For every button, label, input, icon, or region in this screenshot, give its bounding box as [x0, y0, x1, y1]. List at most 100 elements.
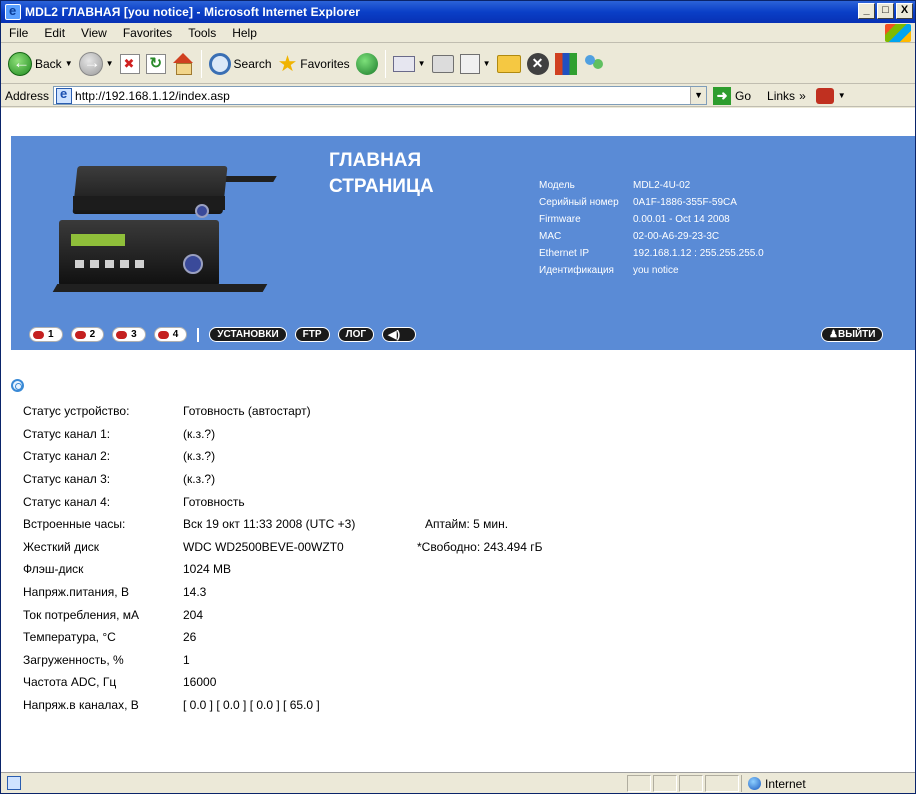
status-row: Статус канал 2: (к.з.?): [23, 445, 355, 468]
forward-button[interactable]: ▼: [76, 48, 117, 80]
close-button[interactable]: X: [896, 3, 913, 19]
status-label: Статус канал 3:: [23, 472, 111, 487]
printer-icon: [431, 54, 454, 73]
search-button[interactable]: Search: [206, 48, 275, 80]
stop-button[interactable]: [117, 48, 143, 80]
status-row: Статус канал 1: (к.з.?): [23, 423, 355, 446]
stop-icon: [119, 53, 140, 74]
info-key: Модель: [539, 180, 575, 191]
globe-icon: [748, 777, 761, 790]
status-row: Статус устройство: Готовность (автостарт): [23, 400, 355, 423]
menu-favorites[interactable]: Favorites: [115, 26, 180, 40]
go-label: Go: [735, 88, 752, 103]
status-label: Напряж.в каналах, В: [23, 698, 139, 713]
favorites-button[interactable]: ★ Favorites: [275, 48, 353, 80]
chevron-down-icon[interactable]: ▼: [106, 59, 114, 68]
status-label: Статус канал 4:: [23, 494, 111, 509]
status-value: Вск 19 окт 11:33 2008 (UTC +3): [183, 517, 356, 532]
page-content: ГЛАВНАЯ СТРАНИЦА Модель MDL2-4U-02 Серийн…: [1, 108, 915, 772]
page-title: ГЛАВНАЯ СТРАНИЦА: [329, 148, 434, 200]
edit-icon: [459, 53, 480, 74]
home-icon: [172, 52, 194, 75]
books-icon: [554, 52, 577, 75]
status-cell: [705, 775, 739, 792]
info-value: 0A1F-1886-355F-59CA: [633, 197, 737, 208]
log-button[interactable]: ЛОГ: [337, 327, 375, 342]
uptime-value: Аптайм: 5 мин.: [425, 517, 509, 532]
links-button[interactable]: Links » ▼: [767, 87, 846, 104]
status-label: Ток потребления, мА: [23, 607, 140, 622]
status-label: Статус канал 1:: [23, 426, 111, 441]
window-title: MDL2 ГЛАВНАЯ [you notice] - Microsoft In…: [25, 5, 361, 19]
menu-view[interactable]: View: [73, 26, 115, 40]
messenger-button[interactable]: [580, 48, 610, 80]
home-button[interactable]: [169, 48, 197, 80]
toolbar-separator: [384, 49, 386, 78]
minimize-button[interactable]: _: [858, 3, 875, 19]
channel-3-button[interactable]: 3: [112, 327, 146, 342]
user-icon: ♟: [829, 329, 838, 340]
mail-button[interactable]: ▼: [390, 48, 429, 80]
channel-label: 2: [89, 329, 96, 340]
zone-label: Internet: [765, 776, 806, 791]
disk-free-value: *Свободно: 243.494 гБ: [417, 539, 543, 554]
status-row: Встроенные часы: Вск 19 окт 11:33 2008 (U…: [23, 513, 508, 536]
messenger-icon: [583, 53, 607, 75]
info-key: Firmware: [539, 214, 581, 225]
device-image: [52, 156, 277, 306]
status-cell: [627, 775, 651, 792]
status-bar: Internet: [1, 772, 915, 793]
status-row: Температура, °С 26: [23, 626, 355, 649]
status-value: [ 0.0 ] [ 0.0 ] [ 0.0 ] [ 65.0 ]: [183, 698, 320, 713]
menu-edit[interactable]: Edit: [36, 26, 73, 40]
refresh-button[interactable]: [143, 48, 169, 80]
research-button[interactable]: [552, 48, 580, 80]
status-row: Статус канал 4: Готовность: [23, 490, 355, 513]
status-value: WDC WD2500BEVE-00WZT0: [183, 539, 344, 554]
info-key: Идентификация: [539, 265, 614, 276]
menu-tools[interactable]: Tools: [180, 26, 224, 40]
status-row: Частота ADC, Гц 16000: [23, 671, 355, 694]
back-label: Back: [35, 56, 62, 71]
menu-file[interactable]: File: [1, 26, 36, 40]
status-value: (к.з.?): [183, 472, 216, 487]
edit-button[interactable]: ▼: [457, 48, 494, 80]
address-dropdown-button[interactable]: ▼: [690, 87, 707, 104]
settings-button[interactable]: УСТАНОВКИ: [209, 327, 287, 342]
status-table: Статус устройство: Готовность (автостарт)…: [23, 400, 542, 716]
window-controls: _ □ X: [858, 3, 913, 19]
status-row: Загруженность, % 1: [23, 649, 355, 672]
status-row: Напряж.питания, В 14.3: [23, 581, 355, 604]
star-icon: ★: [277, 50, 298, 76]
x-button[interactable]: ✕: [524, 48, 552, 80]
sound-button[interactable]: ◀): [382, 327, 417, 342]
print-button[interactable]: [429, 48, 457, 80]
info-value: MDL2-4U-02: [633, 180, 691, 191]
toolbar-separator: [200, 49, 202, 78]
maximize-button[interactable]: □: [877, 3, 894, 19]
chevron-down-icon[interactable]: ▼: [483, 59, 491, 68]
chevron-down-icon[interactable]: ▼: [418, 59, 426, 68]
chevron-down-icon[interactable]: ▼: [65, 59, 73, 68]
address-url[interactable]: http://192.168.1.12/index.asp: [75, 89, 230, 103]
back-button[interactable]: Back ▼: [5, 48, 76, 80]
info-row: Ethernet IP 192.168.1.12 : 255.255.255.0: [539, 245, 764, 262]
title-bar[interactable]: MDL2 ГЛАВНАЯ [you notice] - Microsoft In…: [1, 1, 915, 23]
status-value: 1024 MB: [183, 562, 232, 577]
pdf-icon[interactable]: [815, 87, 834, 104]
ftp-button[interactable]: FTP: [294, 327, 330, 342]
chevron-down-icon[interactable]: ▼: [838, 91, 846, 100]
media-button[interactable]: [353, 48, 381, 80]
exit-button[interactable]: ♟ ВЫЙТИ: [821, 327, 884, 342]
channel-1-button[interactable]: 1: [29, 327, 63, 342]
address-input[interactable]: http://192.168.1.12/index.asp ▼: [53, 86, 708, 105]
channel-4-button[interactable]: 4: [153, 327, 188, 342]
menu-help[interactable]: Help: [224, 26, 265, 40]
windows-logo-icon: [885, 24, 911, 42]
channel-label: 3: [131, 329, 137, 340]
header-banner: ГЛАВНАЯ СТРАНИЦА Модель MDL2-4U-02 Серийн…: [11, 136, 915, 350]
channel-2-button[interactable]: 2: [70, 327, 105, 342]
folder-button[interactable]: [494, 48, 524, 80]
refresh-icon[interactable]: [11, 379, 24, 392]
go-button[interactable]: ➜ Go: [713, 86, 752, 105]
